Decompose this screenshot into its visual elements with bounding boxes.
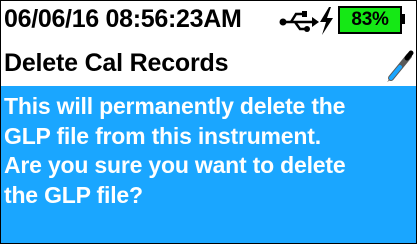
pen-icon — [387, 50, 414, 82]
confirmation-text: This will permanently delete the GLP fil… — [4, 92, 346, 210]
page-title: Delete Cal Records — [4, 49, 229, 77]
battery-level: 83% — [338, 6, 402, 34]
battery-terminal — [401, 14, 405, 24]
battery-indicator: 83% — [338, 6, 405, 34]
message-line: Are you sure you want to delete — [4, 152, 346, 178]
status-bar: 06/06/16 08:56:23AM 83% — [1, 1, 416, 43]
device-screen: 06/06/16 08:56:23AM 83% Delete Cal Recor… — [0, 0, 417, 244]
screen-header: Delete Cal Records — [1, 43, 416, 85]
lightning-bolt-icon — [320, 7, 333, 35]
datetime-display: 06/06/16 08:56:23AM — [4, 5, 242, 33]
message-line: the GLP file? — [4, 181, 143, 208]
usb-icon — [279, 11, 319, 32]
confirmation-message: This will permanently delete the GLP fil… — [1, 86, 416, 243]
message-line: GLP file from this instrument. — [4, 122, 321, 149]
message-line: This will permanently delete the — [4, 93, 346, 119]
